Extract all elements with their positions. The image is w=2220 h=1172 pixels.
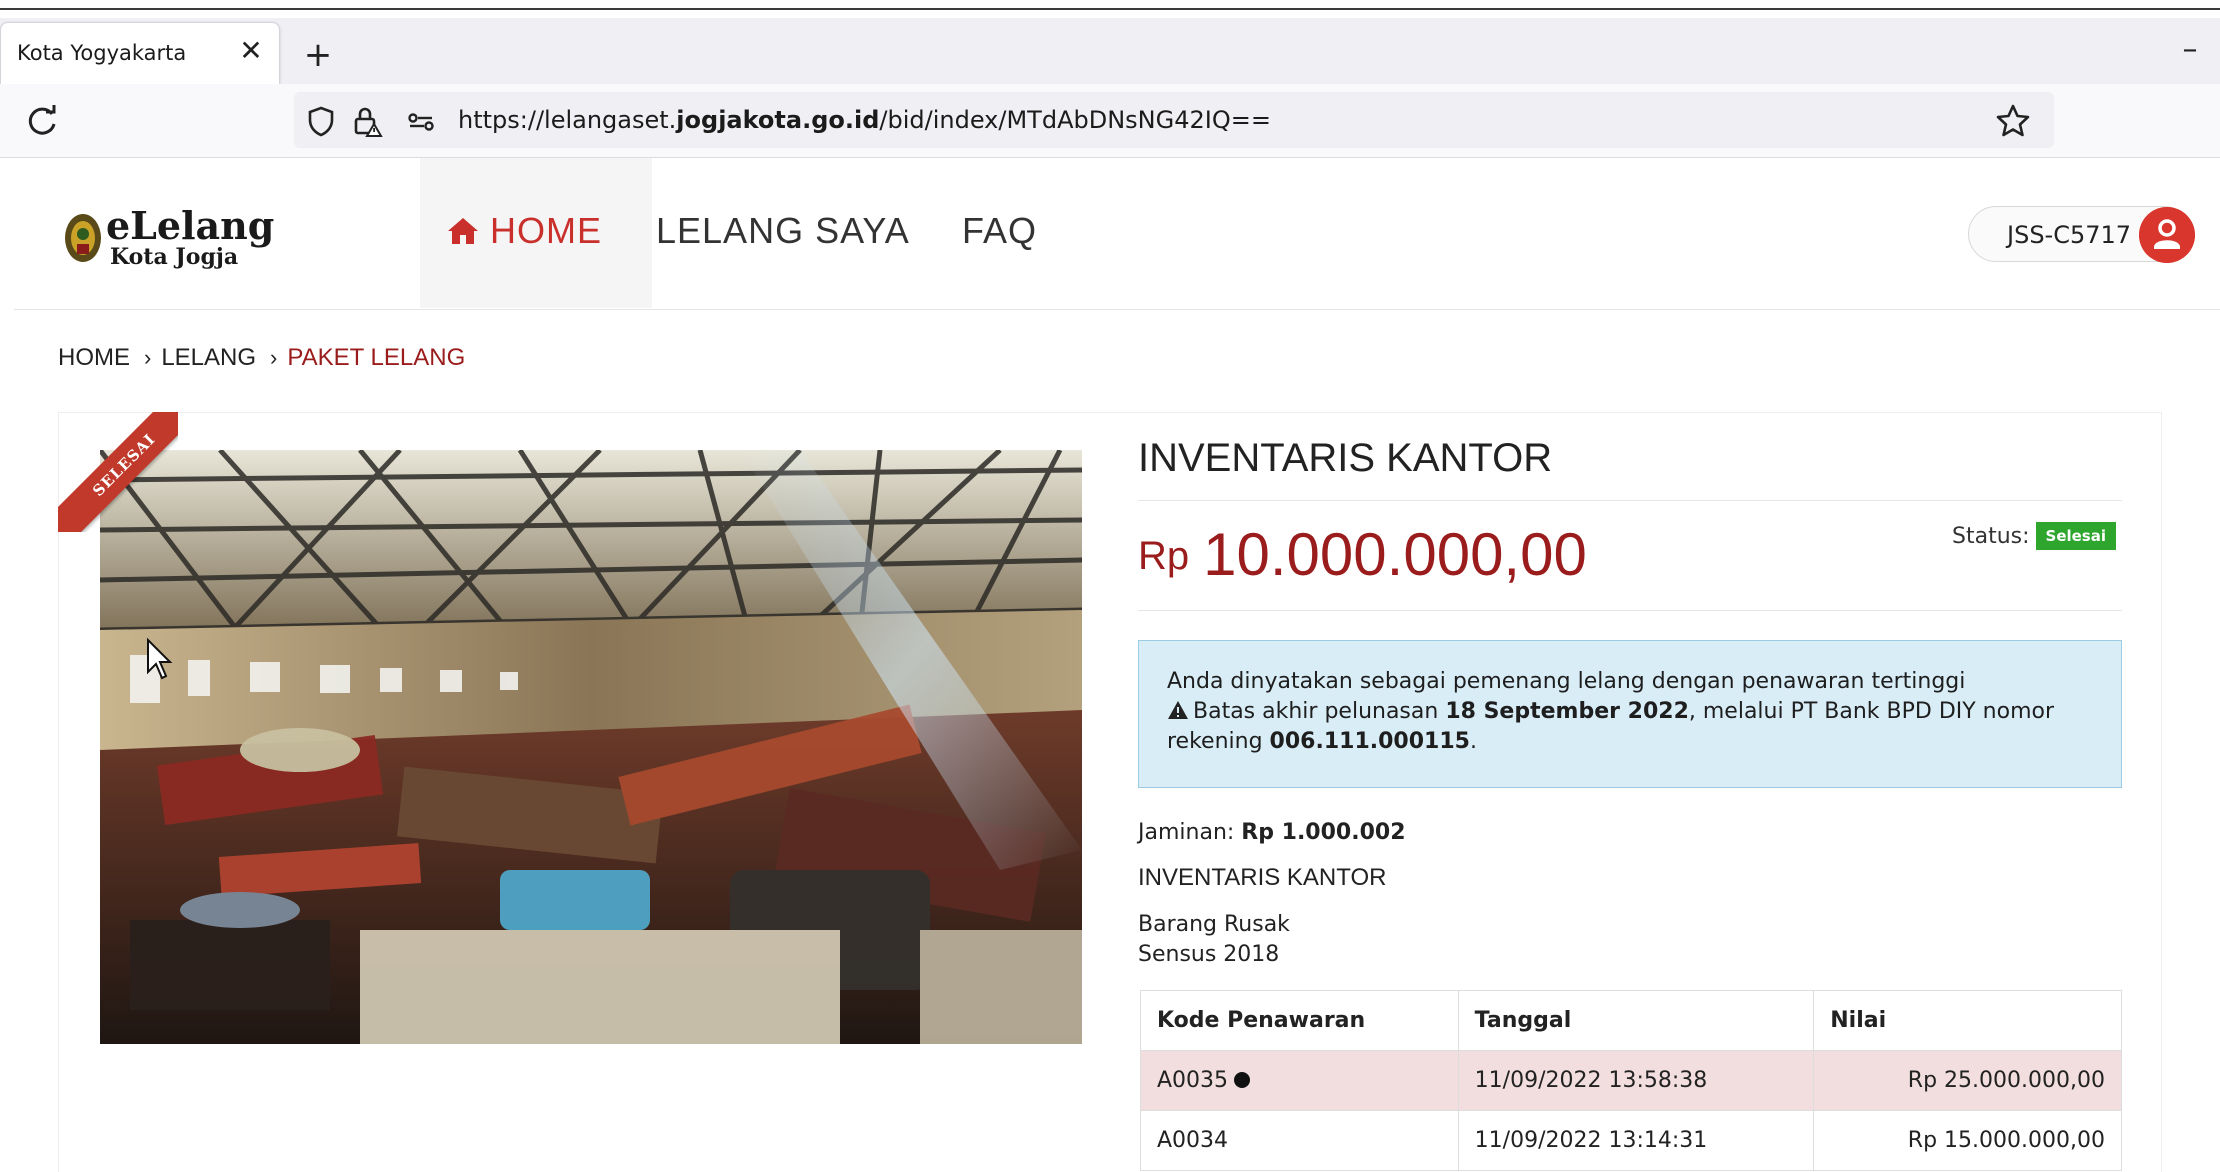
- window-top-border: [0, 8, 2220, 10]
- user-avatar-icon: [2139, 207, 2195, 263]
- column-header-nilai: Nilai: [1813, 990, 2122, 1051]
- breadcrumb-home[interactable]: HOME: [58, 344, 130, 371]
- url-text[interactable]: https://lelangaset.jogjakota.go.id/bid/i…: [458, 106, 1271, 134]
- browser-toolbar: https://lelangaset.jogjakota.go.id/bid/i…: [0, 84, 2220, 158]
- auction-item-photo[interactable]: [100, 450, 1082, 1044]
- jogja-emblem-icon: [65, 214, 101, 262]
- alert-account-suffix: .: [1469, 729, 1477, 754]
- site-header: eLelang Kota Jogja HOME LELANG SAYA FAQ …: [14, 158, 2220, 310]
- bid-history-table: Kode Penawaran Tanggal Nilai A0035 11/09…: [1140, 990, 2122, 1171]
- nav-home[interactable]: HOME: [446, 210, 602, 252]
- browser-tab-active[interactable]: Kota Yogyakarta ✕: [0, 22, 280, 84]
- description-line-1: Barang Rusak: [1138, 912, 1290, 937]
- new-tab-button[interactable]: +: [300, 38, 336, 74]
- bookmark-star-icon[interactable]: [1994, 102, 2032, 140]
- tab-title: Kota Yogyakarta: [17, 41, 187, 65]
- winner-alert: Anda dinyatakan sebagai pemenang lelang …: [1138, 640, 2122, 788]
- nav-lelang-saya[interactable]: LELANG SAYA: [656, 210, 910, 252]
- url-path: /bid/index/MTdAbDNsNG42IQ==: [879, 106, 1271, 134]
- breadcrumb-separator: ›: [270, 345, 278, 370]
- address-bar[interactable]: https://lelangaset.jogjakota.go.id/bid/i…: [294, 92, 2054, 148]
- lock-warning-icon[interactable]: [350, 104, 384, 138]
- bid-date: 11/09/2022 13:14:31: [1457, 1110, 1815, 1171]
- bid-code: A0034: [1140, 1110, 1459, 1171]
- alert-line-1: Anda dinyatakan sebagai pemenang lelang …: [1167, 669, 1966, 694]
- tab-close-icon[interactable]: ✕: [235, 33, 267, 69]
- price-currency: Rp: [1138, 534, 1190, 578]
- alert-deadline-date: 18 September 2022: [1445, 699, 1689, 724]
- table-row-winner: A0035 11/09/2022 13:58:38 Rp 25.000.000,…: [1140, 1050, 2122, 1111]
- url-prefix: https://lelangaset.: [458, 106, 677, 134]
- price-amount: 10.000.000,00: [1203, 521, 1587, 588]
- table-row: A0034 11/09/2022 13:14:31 Rp 15.000.000,…: [1140, 1110, 2122, 1171]
- reload-icon[interactable]: [22, 102, 62, 142]
- status-label: Status:: [1952, 524, 2030, 549]
- description-line-2: Sensus 2018: [1138, 942, 1280, 967]
- url-domain: jogjakota.go.id: [676, 106, 880, 134]
- nav-home-label: HOME: [490, 210, 602, 251]
- status-badge: Selesai: [2035, 522, 2116, 550]
- tracking-protection-shield-icon[interactable]: [304, 104, 338, 138]
- alert-account-number: 006.111.000115: [1269, 729, 1470, 754]
- column-header-kode: Kode Penawaran: [1140, 990, 1459, 1051]
- winner-marker-icon: [1234, 1072, 1251, 1088]
- home-icon: [448, 218, 478, 244]
- divider: [1138, 500, 2122, 501]
- logo-title: eLelang: [106, 203, 275, 248]
- user-code: JSS-C5717: [2007, 221, 2132, 249]
- item-title: INVENTARIS KANTOR: [1138, 436, 1553, 480]
- alert-deadline-suffix: , melalui PT Bank BPD DIY nomor: [1688, 699, 2055, 724]
- alert-line-2: Batas akhir pelunasan 18 September 2022,…: [1167, 699, 2054, 724]
- jaminan-label: Jaminan:: [1138, 820, 1235, 845]
- bid-value: Rp 15.000.000,00: [1813, 1110, 2122, 1171]
- nav-faq[interactable]: FAQ: [962, 210, 1037, 252]
- breadcrumb-paket-lelang: PAKET LELANG: [287, 344, 466, 371]
- jaminan: Jaminan: Rp 1.000.002: [1138, 820, 1406, 845]
- jaminan-value: Rp 1.000.002: [1241, 820, 1406, 845]
- status-field: Status: Selesai: [1952, 522, 2116, 550]
- bid-date: 11/09/2022 13:58:38: [1457, 1050, 1815, 1111]
- bid-code-cell: A0035: [1140, 1050, 1459, 1111]
- site-logo[interactable]: eLelang Kota Jogja: [60, 206, 310, 270]
- tab-bar: Kota Yogyakarta ✕ + –: [0, 18, 2220, 84]
- column-header-tanggal: Tanggal: [1457, 990, 1815, 1051]
- permissions-icon[interactable]: [404, 104, 438, 138]
- alert-account-prefix: rekening: [1167, 729, 1270, 754]
- breadcrumb-separator: ›: [144, 345, 152, 370]
- table-header-row: Kode Penawaran Tanggal Nilai: [1140, 990, 2122, 1051]
- item-price: Rp 10.000.000,00: [1138, 520, 1587, 589]
- alert-line-3: rekening 006.111.000115.: [1167, 729, 1477, 754]
- bid-code: A0035: [1157, 1068, 1229, 1093]
- ribbon-label: SELESAI: [58, 412, 178, 532]
- user-menu[interactable]: JSS-C5717: [1968, 206, 2195, 263]
- logo-subtitle: Kota Jogja: [110, 244, 239, 270]
- breadcrumb-lelang[interactable]: LELANG: [161, 344, 256, 371]
- breadcrumb: HOME › LELANG › PAKET LELANG: [58, 344, 475, 372]
- minimize-button[interactable]: –: [2170, 32, 2210, 68]
- divider: [1138, 610, 2122, 611]
- status-ribbon: SELESAI: [58, 412, 178, 532]
- bid-value: Rp 25.000.000,00: [1813, 1050, 2122, 1111]
- warning-icon: [1168, 701, 1188, 719]
- description-title: INVENTARIS KANTOR: [1138, 864, 1387, 891]
- alert-deadline-prefix: Batas akhir pelunasan: [1193, 699, 1446, 724]
- warehouse-photo-image: [100, 450, 1082, 1044]
